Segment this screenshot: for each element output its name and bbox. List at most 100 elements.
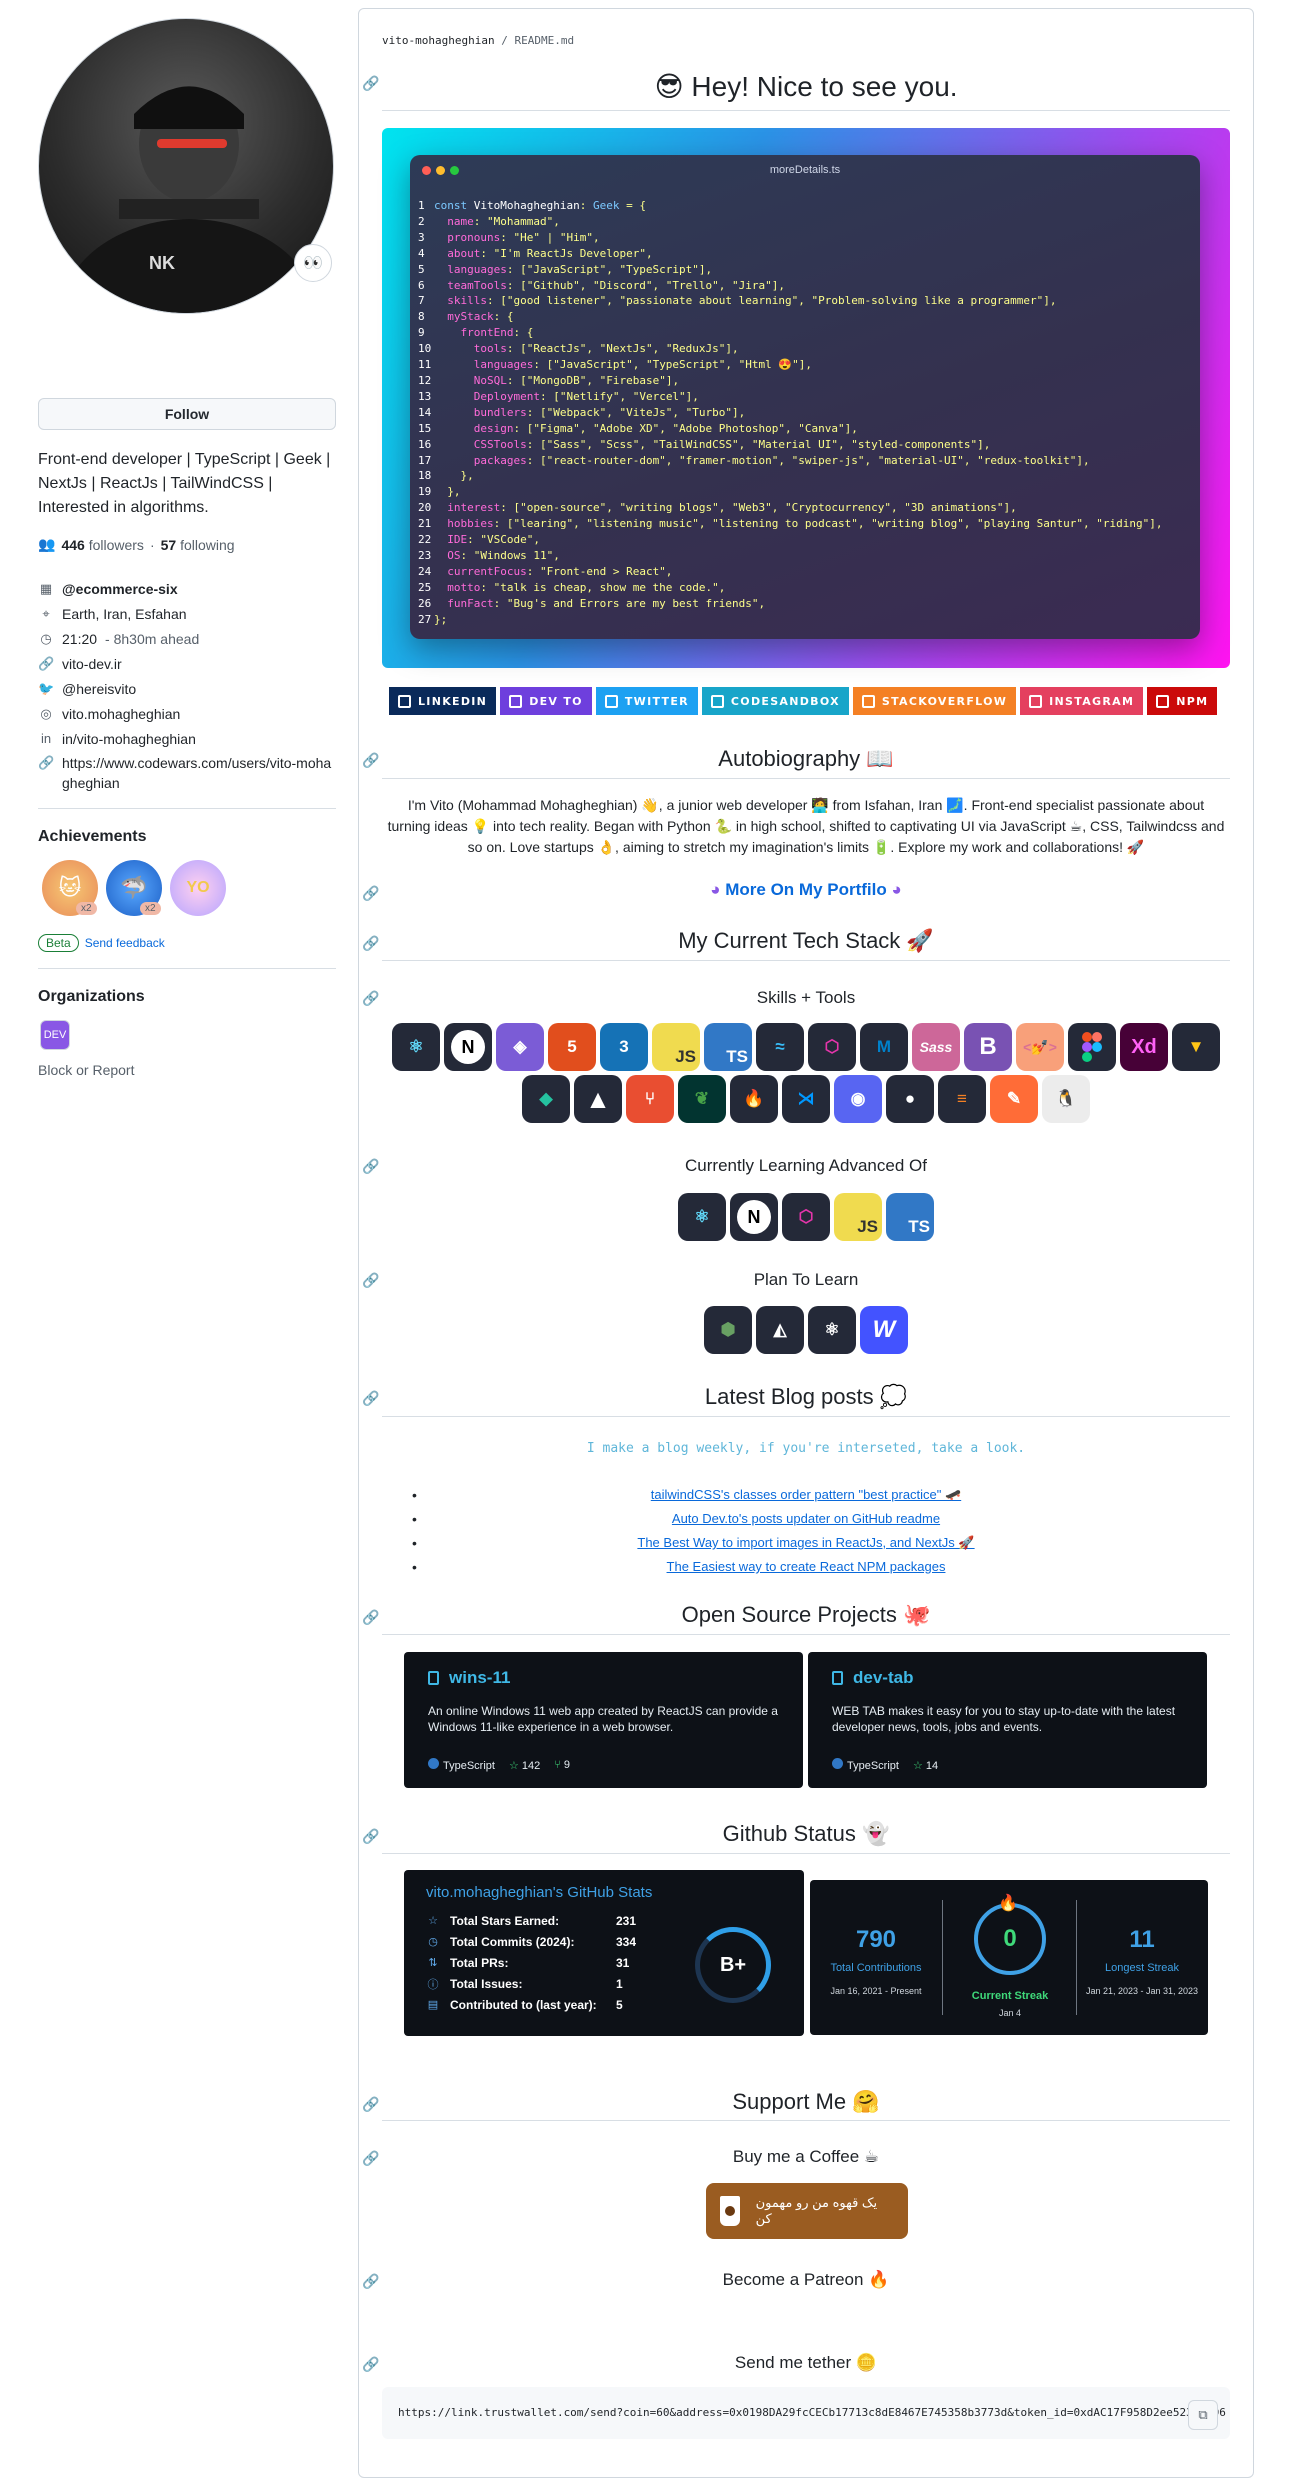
badge-codesandbox[interactable]: CODESANDBOX bbox=[701, 687, 849, 715]
react-icon: ⚛ bbox=[392, 1023, 440, 1071]
anchor-link-icon[interactable]: 🔗 bbox=[362, 990, 379, 1007]
stackoverflow-icon bbox=[861, 694, 875, 708]
sidebar-divider bbox=[38, 808, 336, 809]
detail-website[interactable]: 🔗 vito-dev.ir bbox=[38, 651, 338, 676]
repo-icon bbox=[428, 1671, 439, 1685]
status-emoji-icon[interactable]: 👀 bbox=[294, 244, 332, 282]
detail-twitter[interactable]: 🐦 @hereisvito bbox=[38, 676, 338, 701]
anchor-link-icon[interactable]: 🔗 bbox=[362, 1158, 379, 1175]
profile-avatar[interactable]: NK bbox=[38, 18, 334, 314]
anchor-link-icon[interactable]: 🔗 bbox=[362, 75, 379, 92]
css3-icon: 3 bbox=[600, 1023, 648, 1071]
following-link[interactable]: 57 following bbox=[161, 537, 235, 553]
vscode-icon: ⋊ bbox=[782, 1075, 830, 1123]
link-icon: 🔗 bbox=[38, 655, 55, 671]
anchor-link-icon[interactable]: 🔗 bbox=[362, 1272, 379, 1289]
stats-grade: B+ bbox=[695, 1927, 771, 2003]
git-icon: ⑂ bbox=[626, 1075, 674, 1123]
instagram-icon: ◎ bbox=[40, 705, 52, 721]
follow-button[interactable]: Follow bbox=[38, 398, 336, 430]
blog-post-link[interactable]: The Easiest way to create React NPM pack… bbox=[667, 1559, 946, 1574]
blog-post-link[interactable]: The Best Way to import images in ReactJs… bbox=[637, 1535, 974, 1550]
anchor-link-icon[interactable]: 🔗 bbox=[362, 2356, 379, 2373]
buy-coffee-button[interactable]: یک قهوه من رو مهمون کن bbox=[706, 2183, 908, 2239]
streak-longest: 11 Longest Streak Jan 21, 2023 - Jan 31,… bbox=[1085, 1926, 1199, 1996]
anchor-link-icon[interactable]: 🔗 bbox=[362, 1390, 379, 1407]
autobiography-heading: Autobiography 📖 bbox=[718, 746, 894, 771]
linkedin-icon: in bbox=[40, 731, 52, 746]
achievement-count: x2 bbox=[140, 902, 161, 915]
detail-organization[interactable]: ▦ @ecommerce-six bbox=[38, 576, 338, 601]
ufo-icon: ◕ bbox=[710, 880, 721, 899]
apollo-graphql-icon: ◈ bbox=[496, 1023, 544, 1071]
anchor-link-icon[interactable]: 🔗 bbox=[362, 752, 379, 769]
vercel-icon: ▲ bbox=[574, 1075, 622, 1123]
styled-components-icon: <💅> bbox=[1016, 1023, 1064, 1071]
typescript-icon: TS bbox=[704, 1023, 752, 1071]
detail-instagram[interactable]: ◎ vito.mohagheghian bbox=[38, 701, 338, 726]
anchor-link-icon[interactable]: 🔗 bbox=[362, 2150, 379, 2167]
achievement-count: x2 bbox=[76, 902, 97, 915]
language-dot bbox=[428, 1758, 439, 1769]
anchor-link-icon[interactable]: 🔗 bbox=[362, 1609, 379, 1626]
detail-codewars[interactable]: 🔗 https://www.codewars.com/users/vito-moh… bbox=[38, 751, 338, 793]
badge-stackoverflow[interactable]: STACKOVERFLOW bbox=[852, 687, 1017, 715]
discord-icon: ◉ bbox=[834, 1075, 882, 1123]
blog-post-link[interactable]: tailwindCSS's classes order pattern "bes… bbox=[651, 1487, 961, 1502]
clock-icon: ◷ bbox=[428, 1936, 438, 1948]
postman-icon: ✎ bbox=[990, 1075, 1038, 1123]
list-item: The Best Way to import images in ReactJs… bbox=[382, 1531, 1230, 1555]
repo-card-wins-11[interactable]: wins-11 An online Windows 11 web app cre… bbox=[404, 1652, 803, 1788]
portfolio-link[interactable]: ◕ More On My Portfilo ◕ bbox=[382, 880, 1230, 900]
anchor-link-icon[interactable]: 🔗 bbox=[362, 2096, 379, 2113]
nodejs-icon: ⬢ bbox=[704, 1306, 752, 1354]
copy-icon[interactable]: ⧉ bbox=[1188, 2400, 1218, 2430]
anchor-link-icon[interactable]: 🔗 bbox=[362, 1828, 379, 1845]
fork-icon: ⑂ bbox=[554, 1759, 561, 1771]
badge-instagram[interactable]: INSTAGRAM bbox=[1020, 687, 1144, 715]
org-dev-icon[interactable]: DEV bbox=[40, 1020, 70, 1050]
anchor-link-icon[interactable]: 🔗 bbox=[362, 2273, 379, 2290]
badge-linkedin[interactable]: LINKEDIN bbox=[389, 687, 497, 715]
followers-link[interactable]: 446 followers bbox=[61, 537, 144, 553]
organization-icon: ▦ bbox=[39, 580, 53, 596]
achievement-yolo-icon[interactable]: YO bbox=[170, 860, 226, 916]
organizations-title: Organizations bbox=[38, 988, 145, 1005]
blog-heading: Latest Blog posts 💭 bbox=[704, 1384, 908, 1409]
bootstrap-icon: B bbox=[964, 1023, 1012, 1071]
electron-icon: ⚛ bbox=[808, 1306, 856, 1354]
learning-heading: Currently Learning Advanced Of bbox=[685, 1156, 927, 1175]
beta-feedback: Beta Send feedback bbox=[38, 934, 165, 952]
firebase-icon: 🔥 bbox=[730, 1075, 778, 1123]
streak-total: 790 Total Contributions Jan 16, 2021 - P… bbox=[830, 1926, 922, 1996]
star-icon: ☆ bbox=[428, 1915, 438, 1927]
badge-npm[interactable]: NPM bbox=[1147, 687, 1218, 715]
badge-twitter[interactable]: TWITTER bbox=[595, 687, 698, 715]
webflow-icon: W bbox=[860, 1306, 908, 1354]
list-item: tailwindCSS's classes order pattern "bes… bbox=[382, 1483, 1230, 1507]
instagram-icon bbox=[1029, 694, 1043, 708]
send-feedback-link[interactable]: Send feedback bbox=[85, 936, 165, 950]
code-card-title: moreDetails.ts bbox=[769, 164, 841, 176]
block-report-link[interactable]: Block or Report bbox=[38, 1062, 134, 1078]
heading-divider bbox=[382, 110, 1230, 111]
support-heading: Support Me 🤗 bbox=[732, 2089, 880, 2114]
detail-linkedin[interactable]: in in/vito-mohagheghian bbox=[38, 726, 338, 751]
star-icon: ☆ bbox=[912, 1759, 923, 1772]
blog-post-link[interactable]: Auto Dev.to's posts updater on GitHub re… bbox=[672, 1511, 940, 1526]
avatar-illustration: NK bbox=[59, 86, 319, 313]
netlify-icon: ◆ bbox=[522, 1075, 570, 1123]
detail-location: ⌖ Earth, Iran, Esfahan bbox=[38, 601, 338, 626]
anchor-link-icon[interactable]: 🔗 bbox=[362, 935, 379, 952]
graphql-icon: ⬡ bbox=[782, 1193, 830, 1241]
javascript-icon: JS bbox=[652, 1023, 700, 1071]
repo-card-dev-tab[interactable]: dev-tab WEB TAB makes it easy for you to… bbox=[808, 1652, 1207, 1788]
heading-divider bbox=[382, 960, 1230, 961]
oss-heading: Open Source Projects 🐙 bbox=[681, 1602, 931, 1627]
location-icon: ⌖ bbox=[42, 605, 50, 621]
tether-link[interactable]: https://link.trustwallet.com/send?coin=6… bbox=[398, 2406, 1226, 2419]
anchor-link-icon[interactable]: 🔗 bbox=[362, 885, 379, 902]
tailwind-icon: ≈ bbox=[756, 1023, 804, 1071]
breadcrumb-owner[interactable]: vito-mohagheghian bbox=[382, 34, 495, 47]
badge-devto[interactable]: DEV TO bbox=[500, 687, 592, 715]
